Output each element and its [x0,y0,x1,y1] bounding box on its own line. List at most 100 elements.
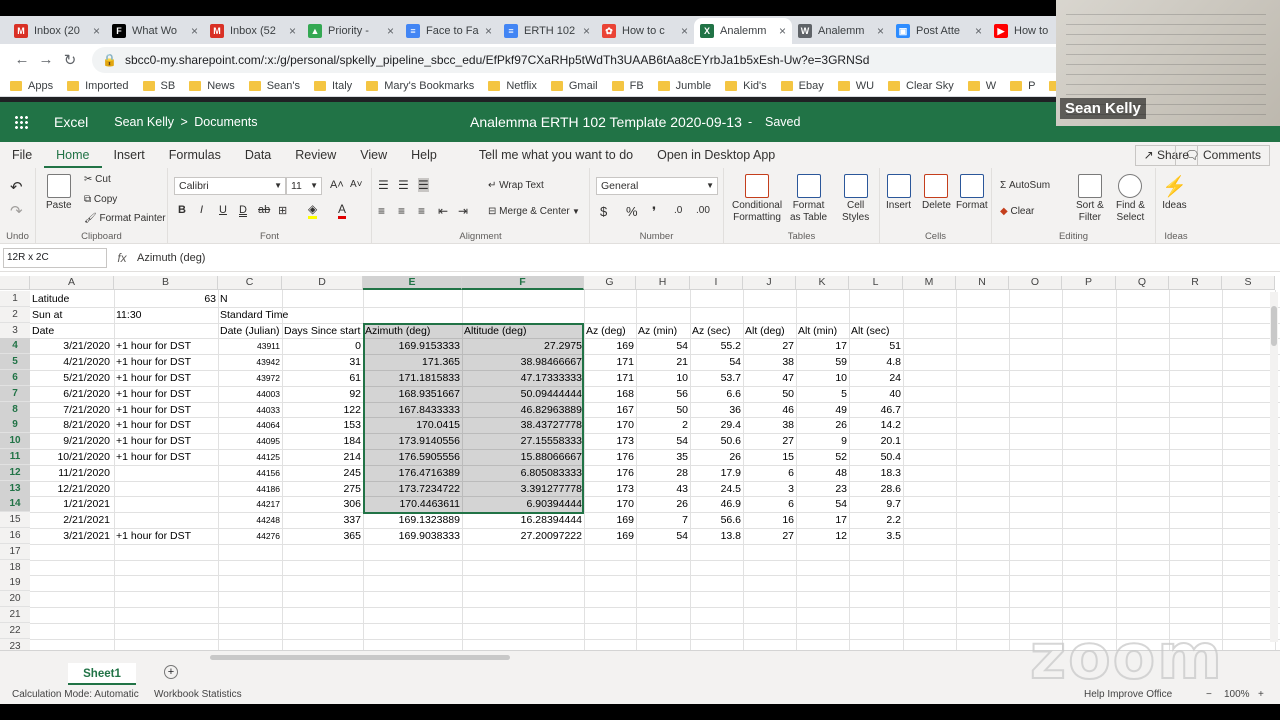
cell[interactable]: 3/21/2020 [30,338,112,354]
cell[interactable]: Sun at [30,307,64,323]
cell[interactable]: 63 [114,291,218,307]
browser-tab[interactable]: M Inbox (52 × [204,18,302,44]
cell[interactable]: 6.6 [690,386,743,402]
align-bottom-icon[interactable]: ☰ [418,178,429,192]
underline-icon[interactable]: U [219,204,227,216]
cell[interactable]: 50 [743,386,796,402]
ribbon-tab-tell-me-what-you-want-to-do[interactable]: Tell me what you want to do [467,142,645,168]
cell[interactable]: 15 [743,449,796,465]
column-header[interactable]: J [743,276,796,290]
cell[interactable]: 43911 [218,338,282,354]
cell[interactable]: 44276 [218,528,282,544]
bookmark-item[interactable]: Mary's Bookmarks [366,80,474,92]
cell[interactable]: 46.9 [690,496,743,512]
cell[interactable]: 214 [282,449,363,465]
cell[interactable]: 92 [282,386,363,402]
sheet-tab-sheet1[interactable]: Sheet1 [68,663,136,685]
zoom-in-button[interactable]: + [1258,689,1264,700]
ribbon-tab-review[interactable]: Review [283,142,348,168]
breadcrumb-user[interactable]: Sean Kelly [114,115,174,129]
cell[interactable]: 7 [636,512,690,528]
cell[interactable]: +1 hour for DST [114,338,193,354]
cell[interactable]: +1 hour for DST [114,433,193,449]
comma-icon[interactable]: ❜ [652,204,656,220]
cell[interactable]: 29.4 [690,417,743,433]
add-sheet-button[interactable]: + [164,665,178,679]
column-header[interactable]: L [849,276,903,290]
column-header[interactable]: O [1009,276,1062,290]
fill-color-icon[interactable]: ◈ [308,202,318,219]
cell[interactable]: 365 [282,528,363,544]
double-underline-icon[interactable]: D [239,204,247,216]
cell[interactable]: 44156 [218,465,282,481]
cell[interactable]: 122 [282,402,363,418]
cell[interactable]: 27 [743,433,796,449]
cell[interactable]: 169.9038333 [363,528,462,544]
bookmark-item[interactable]: News [189,80,235,92]
undo-icon[interactable]: ↶ [10,178,23,196]
cell[interactable]: 173.7234722 [363,481,462,497]
ribbon-tab-formulas[interactable]: Formulas [157,142,233,168]
bookmark-item[interactable]: Clear Sky [888,80,954,92]
cell[interactable]: 169 [584,338,636,354]
close-icon[interactable]: × [289,24,296,38]
cell[interactable]: Az (deg) [584,323,628,339]
cell[interactable]: +1 hour for DST [114,386,193,402]
scroll-thumb[interactable] [210,655,510,660]
cell[interactable]: 36 [690,402,743,418]
format-cells-button[interactable]: Format [956,174,988,211]
cell[interactable]: 170.4463611 [363,496,462,512]
cell[interactable]: 35 [636,449,690,465]
ribbon-tab-file[interactable]: File [0,142,44,168]
column-header[interactable]: E [363,276,462,290]
workbook-statistics[interactable]: Workbook Statistics [154,689,242,700]
cell[interactable]: 17.9 [690,465,743,481]
cell[interactable]: 47 [743,370,796,386]
row-header[interactable]: 23 [0,638,30,650]
cell[interactable]: 47.17333333 [462,370,584,386]
row-header[interactable]: 10 [0,433,30,450]
cell[interactable]: +1 hour for DST [114,402,193,418]
cell[interactable]: 15.88066667 [462,449,584,465]
row-header[interactable]: 3 [0,322,30,339]
cell[interactable]: 169.9153333 [363,338,462,354]
cell[interactable]: 40 [849,386,903,402]
cell[interactable]: 27.2975 [462,338,584,354]
cell[interactable]: 6 [743,465,796,481]
row-header[interactable]: 2 [0,306,30,323]
strikethrough-icon[interactable]: ab [258,204,270,216]
ribbon-tab-help[interactable]: Help [399,142,449,168]
cell[interactable]: 48 [796,465,849,481]
cell[interactable]: 173 [584,481,636,497]
cell[interactable]: 14.2 [849,417,903,433]
cell[interactable]: 28 [636,465,690,481]
row-header[interactable]: 18 [0,559,30,576]
cell[interactable]: 50.6 [690,433,743,449]
ribbon-tab-open-in-desktop-app[interactable]: Open in Desktop App [645,142,787,168]
cell[interactable]: 5 [796,386,849,402]
zoom-level[interactable]: 100% [1224,689,1250,700]
ribbon-tab-view[interactable]: View [348,142,399,168]
row-header[interactable]: 16 [0,528,30,544]
cell[interactable]: 4.8 [849,354,903,370]
cell[interactable]: 17 [796,338,849,354]
grow-font-icon[interactable]: A˄ [330,179,344,191]
increase-decimal-icon[interactable]: .0 [674,205,682,216]
bookmark-item[interactable]: Kid's [725,80,767,92]
autosum-button[interactable]: Σ AutoSum [1000,180,1050,191]
cell[interactable]: 171.365 [363,354,462,370]
font-size-select[interactable]: 11 ▼ [286,177,322,195]
cell[interactable]: 171 [584,370,636,386]
comments-button[interactable]: 🗨 Comments [1175,145,1270,166]
cell[interactable]: +1 hour for DST [114,354,193,370]
cell[interactable]: 50.09444444 [462,386,584,402]
cell[interactable]: 44003 [218,386,282,402]
column-header[interactable]: N [956,276,1009,290]
bold-icon[interactable]: B [178,204,186,216]
cell[interactable]: 168.9351667 [363,386,462,402]
row-header[interactable]: 6 [0,370,30,386]
cell[interactable]: Azimuth (deg) [363,323,432,339]
cell[interactable]: 27 [743,338,796,354]
cell[interactable]: 173 [584,433,636,449]
spreadsheet-grid[interactable]: A B C D E F G H I J K L M N O P Q R S 1 2 3 4 5 6 7 8 9 10 11 12 13 14 15… [0,272,1280,650]
